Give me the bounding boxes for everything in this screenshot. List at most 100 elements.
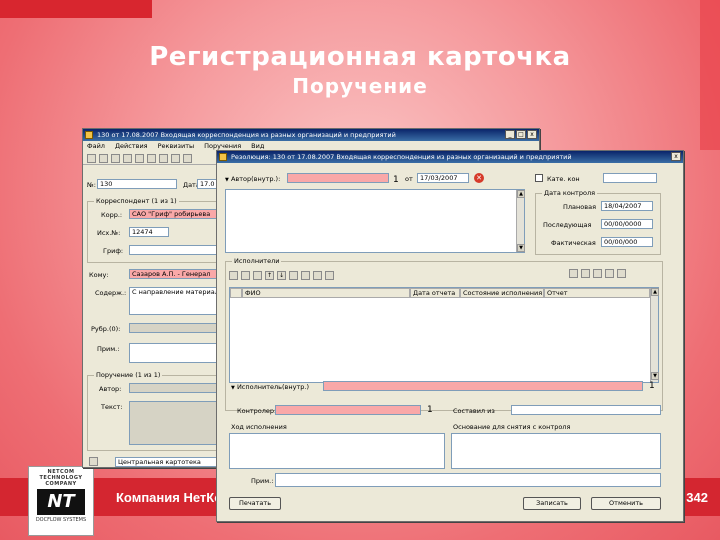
table-scrollbar[interactable]: ▲ ▼	[650, 288, 659, 382]
menu-file[interactable]: Файл	[87, 141, 105, 152]
text-label: Текст:	[101, 403, 123, 411]
card-window-title: 130 от 17.08.2007 Входящая корреспонденц…	[97, 131, 396, 139]
kontrol-count: 1	[427, 405, 433, 415]
avtor-field[interactable]	[287, 173, 389, 183]
komu-label: Кому:	[89, 271, 109, 279]
cut-icon[interactable]	[123, 154, 132, 163]
company-logo: NETCOM TECHNOLOGY COMPANY NT DOCFLOW SYS…	[28, 466, 94, 536]
sostav-select[interactable]	[511, 405, 661, 415]
new-doc-icon[interactable]	[87, 154, 96, 163]
hod-label: Ход исполнения	[231, 423, 287, 431]
minimize-button[interactable]: _	[505, 130, 515, 139]
resolution-scrollbar[interactable]: ▲ ▼	[516, 190, 525, 252]
view-all-icon[interactable]	[617, 269, 626, 278]
plan-label: Плановая	[563, 203, 596, 211]
date-field[interactable]: 17.0	[197, 179, 217, 189]
view-tree-icon[interactable]	[605, 269, 614, 278]
menu-requisites[interactable]: Реквизиты	[158, 141, 195, 152]
grif-field[interactable]	[129, 245, 217, 255]
prim-label: Прим.:	[97, 345, 120, 353]
table-header-status[interactable]: Состояние исполнения	[460, 288, 544, 298]
table-header-fio[interactable]: ФИО	[242, 288, 410, 298]
prim-field[interactable]	[275, 473, 661, 487]
povtor-label: Последующая	[543, 221, 592, 229]
sostav-label: Составил из	[453, 407, 495, 415]
filter-icon[interactable]	[301, 271, 310, 280]
resolution-titlebar[interactable]: Резолюция: 130 от 17.08.2007 Входящая ко…	[217, 151, 683, 163]
menu-actions[interactable]: Действия	[115, 141, 148, 152]
card-status-icon	[89, 457, 98, 466]
close-button[interactable]: x	[671, 152, 681, 161]
table-header-report[interactable]: Отчет	[544, 288, 650, 298]
footer-company: Компания НетКо	[116, 490, 223, 505]
status-field[interactable]: Центральная картотека	[115, 457, 217, 467]
avtor-count: 1	[393, 175, 399, 185]
save-button[interactable]: Записать	[523, 497, 581, 510]
num-label: №:	[87, 181, 96, 189]
resolution-text[interactable]: ▲ ▼	[225, 189, 525, 253]
hod-text[interactable]	[229, 433, 445, 469]
osnov-text[interactable]	[451, 433, 661, 469]
window-icon	[219, 153, 227, 161]
attach-icon[interactable]	[159, 154, 168, 163]
sort-icon[interactable]	[289, 271, 298, 280]
korr-field[interactable]: САО "Гриф" робирьева	[129, 209, 217, 219]
cancel-button[interactable]: Отменить	[591, 497, 661, 510]
slide-subtitle: Поручение	[292, 74, 428, 98]
slide-title: Регистрационная карточка	[149, 42, 571, 72]
table-header-select[interactable]	[230, 288, 242, 298]
korr-label: Корр.:	[101, 211, 123, 219]
ispolnit-vnesh-label: ▼ Исполнитель(внутр.)	[231, 383, 309, 391]
logo-mark: NT	[37, 489, 85, 515]
resolution-title: Резолюция: 130 от 17.08.2007 Входящая ко…	[231, 153, 572, 161]
kontrol-field[interactable]	[275, 405, 421, 415]
report-icon[interactable]	[325, 271, 334, 280]
maximize-button[interactable]: □	[516, 130, 526, 139]
komu-field[interactable]: Сазаров А.П. - Генерал	[129, 269, 217, 279]
table-header-report-date[interactable]: Дата отчета	[410, 288, 460, 298]
save-icon[interactable]	[135, 154, 144, 163]
add-group-icon[interactable]	[241, 271, 250, 280]
ispolnit-vnesh-field[interactable]	[323, 381, 643, 391]
ot-date-field[interactable]: 17/03/2007	[417, 173, 469, 183]
open-icon[interactable]	[99, 154, 108, 163]
kontrol-label: Контролер:	[237, 407, 277, 415]
print-button[interactable]: Печатать	[229, 497, 281, 510]
out-num-field[interactable]: 12474	[129, 227, 169, 237]
up-icon[interactable]: ↑	[265, 271, 274, 280]
zam-label: Кате. кон	[547, 175, 580, 183]
num-field[interactable]: 130	[97, 179, 177, 189]
sod-label: Содерж.:	[95, 289, 127, 297]
zam-select[interactable]	[603, 173, 657, 183]
window-icon	[85, 131, 93, 139]
print-icon[interactable]	[313, 271, 322, 280]
remove-icon[interactable]	[253, 271, 262, 280]
view-icon[interactable]	[171, 154, 180, 163]
down-icon[interactable]: ↓	[277, 271, 286, 280]
text-field[interactable]	[129, 401, 217, 445]
avtor-field[interactable]	[129, 383, 217, 393]
ot-label: от	[405, 175, 413, 183]
zam-checkbox[interactable]	[535, 174, 543, 182]
delete-icon[interactable]: ✕	[474, 173, 484, 183]
print-icon[interactable]	[147, 154, 156, 163]
view-detail-icon[interactable]	[593, 269, 602, 278]
view-list-icon[interactable]	[569, 269, 578, 278]
view-card-icon[interactable]	[581, 269, 590, 278]
add-icon[interactable]	[229, 271, 238, 280]
avtor-label: ▼ Автор(внутр.):	[225, 175, 281, 183]
ispolnit-count: 1	[649, 381, 655, 391]
fact-date-field[interactable]: 00/00/000	[601, 237, 653, 247]
card-window-titlebar[interactable]: 130 от 17.08.2007 Входящая корреспонденц…	[83, 129, 539, 141]
resolution-window: Резолюция: 130 от 17.08.2007 Входящая ко…	[216, 150, 684, 522]
prim-field[interactable]	[129, 343, 217, 363]
povtor-date-field[interactable]: 00/00/0000	[601, 219, 653, 229]
find-icon[interactable]	[111, 154, 120, 163]
close-button[interactable]: x	[527, 130, 537, 139]
sod-field[interactable]: С направление материала	[129, 287, 217, 315]
executors-table: ФИО Дата отчета Состояние исполнения Отч…	[229, 287, 659, 383]
rubr-field[interactable]	[129, 323, 217, 333]
out-num-label: Исх.№:	[97, 229, 121, 237]
edit-icon[interactable]	[183, 154, 192, 163]
plan-date-field[interactable]: 18/04/2007	[601, 201, 653, 211]
